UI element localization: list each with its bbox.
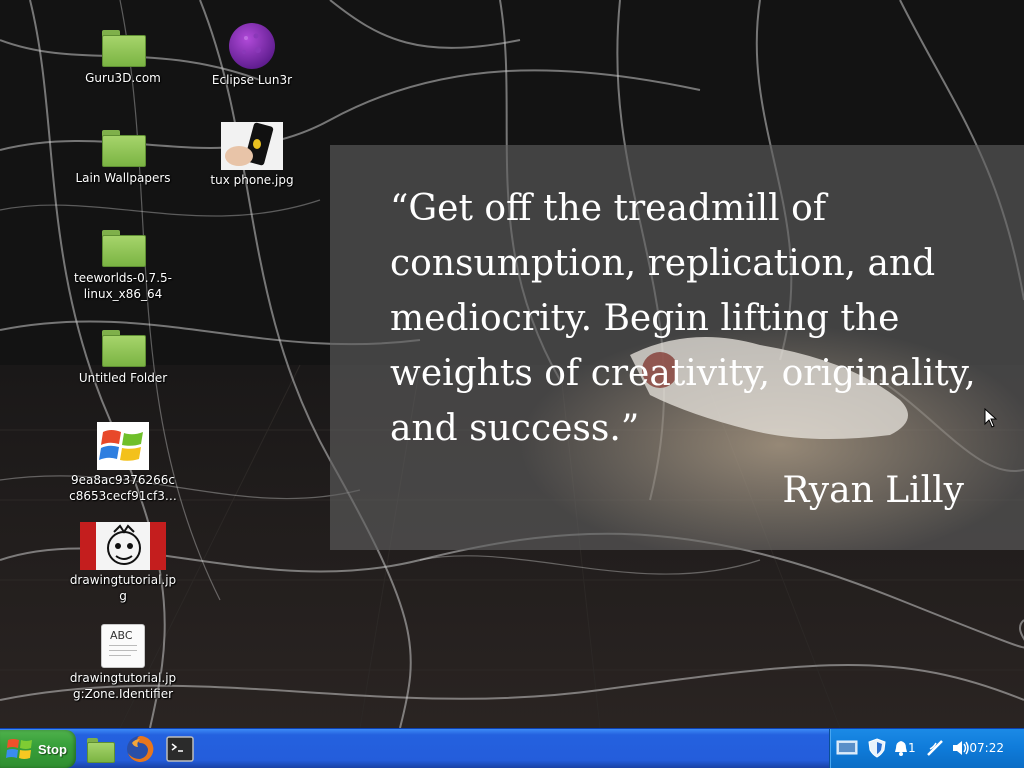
desktop-icon-drawingtutorial[interactable]: drawingtutorial.jpg: [68, 522, 178, 604]
folder-icon: [100, 28, 146, 68]
desktop-icon-label: 9ea8ac9376266cc8653cecf91cf3…: [69, 473, 177, 503]
desktop-icon-tux-phone[interactable]: tux phone.jpg: [197, 122, 307, 188]
firefox-icon[interactable]: [126, 735, 154, 763]
desktop-icon-label: Eclipse Lun3r: [211, 73, 293, 87]
desktop-icon-teeworlds[interactable]: teeworlds-0.7.5-linux_x86_64: [68, 228, 178, 302]
file-manager-icon[interactable]: [86, 735, 115, 763]
desktop[interactable]: Guru3D.com Eclipse Lun3r Lain Wallpapers: [0, 0, 1024, 728]
image-thumbnail-icon: [80, 522, 166, 570]
start-button-label: Stop: [38, 742, 67, 757]
desktop-icon-label: drawingtutorial.jpg:Zone.Identifier: [69, 671, 177, 701]
folder-icon: [100, 328, 146, 368]
terminal-icon[interactable]: [166, 735, 194, 763]
desktop-icon-guru3d[interactable]: Guru3D.com: [68, 28, 178, 86]
quote-author: Ryan Lilly: [782, 470, 964, 511]
desktop-icon-eclipse[interactable]: Eclipse Lun3r: [197, 22, 307, 88]
windows-logo-icon: [6, 739, 32, 759]
start-button[interactable]: Stop: [0, 730, 76, 768]
text-document-icon: ABC: [101, 624, 145, 668]
folder-icon: [100, 128, 146, 168]
quote-text: “Get off the treadmill of consumption, r…: [390, 188, 976, 449]
desktop-icon-label: drawingtutorial.jpg: [69, 573, 177, 603]
clock[interactable]: 07:22: [969, 741, 1004, 755]
desktop-icon-label: teeworlds-0.7.5-linux_x86_64: [74, 271, 172, 301]
eclipse-orb-icon: [229, 23, 275, 69]
notification-count: 1: [908, 741, 916, 755]
network-icon[interactable]: [926, 739, 944, 757]
desktop-icon-lain-wallpapers[interactable]: Lain Wallpapers: [68, 128, 178, 186]
display-icon[interactable]: [836, 739, 858, 757]
mouse-cursor-icon: [984, 408, 998, 428]
desktop-icon-hash-file[interactable]: 9ea8ac9376266cc8653cecf91cf3…: [68, 422, 178, 504]
windows-logo-icon: [97, 422, 149, 470]
quote-overlay: “Get off the treadmill of consumption, r…: [330, 145, 1024, 550]
desktop-icon-label: Lain Wallpapers: [75, 171, 171, 185]
image-thumbnail-icon: [221, 122, 283, 170]
desktop-icon-untitled-folder[interactable]: Untitled Folder: [68, 328, 178, 386]
notification-icon[interactable]: [894, 739, 908, 757]
desktop-icon-label: Untitled Folder: [78, 371, 168, 385]
desktop-icon-zone-identifier[interactable]: ABC drawingtutorial.jpg:Zone.Identifier: [68, 624, 178, 702]
system-tray: 1 07:22: [829, 729, 1024, 768]
folder-icon: [100, 228, 146, 268]
desktop-icon-label: Guru3D.com: [85, 71, 161, 85]
volume-icon[interactable]: [952, 740, 970, 756]
text-document-glyph: ABC: [110, 629, 133, 642]
shield-icon[interactable]: [868, 738, 886, 758]
taskbar: Stop 1 07:22: [0, 728, 1024, 768]
desktop-icon-label: tux phone.jpg: [210, 173, 294, 187]
